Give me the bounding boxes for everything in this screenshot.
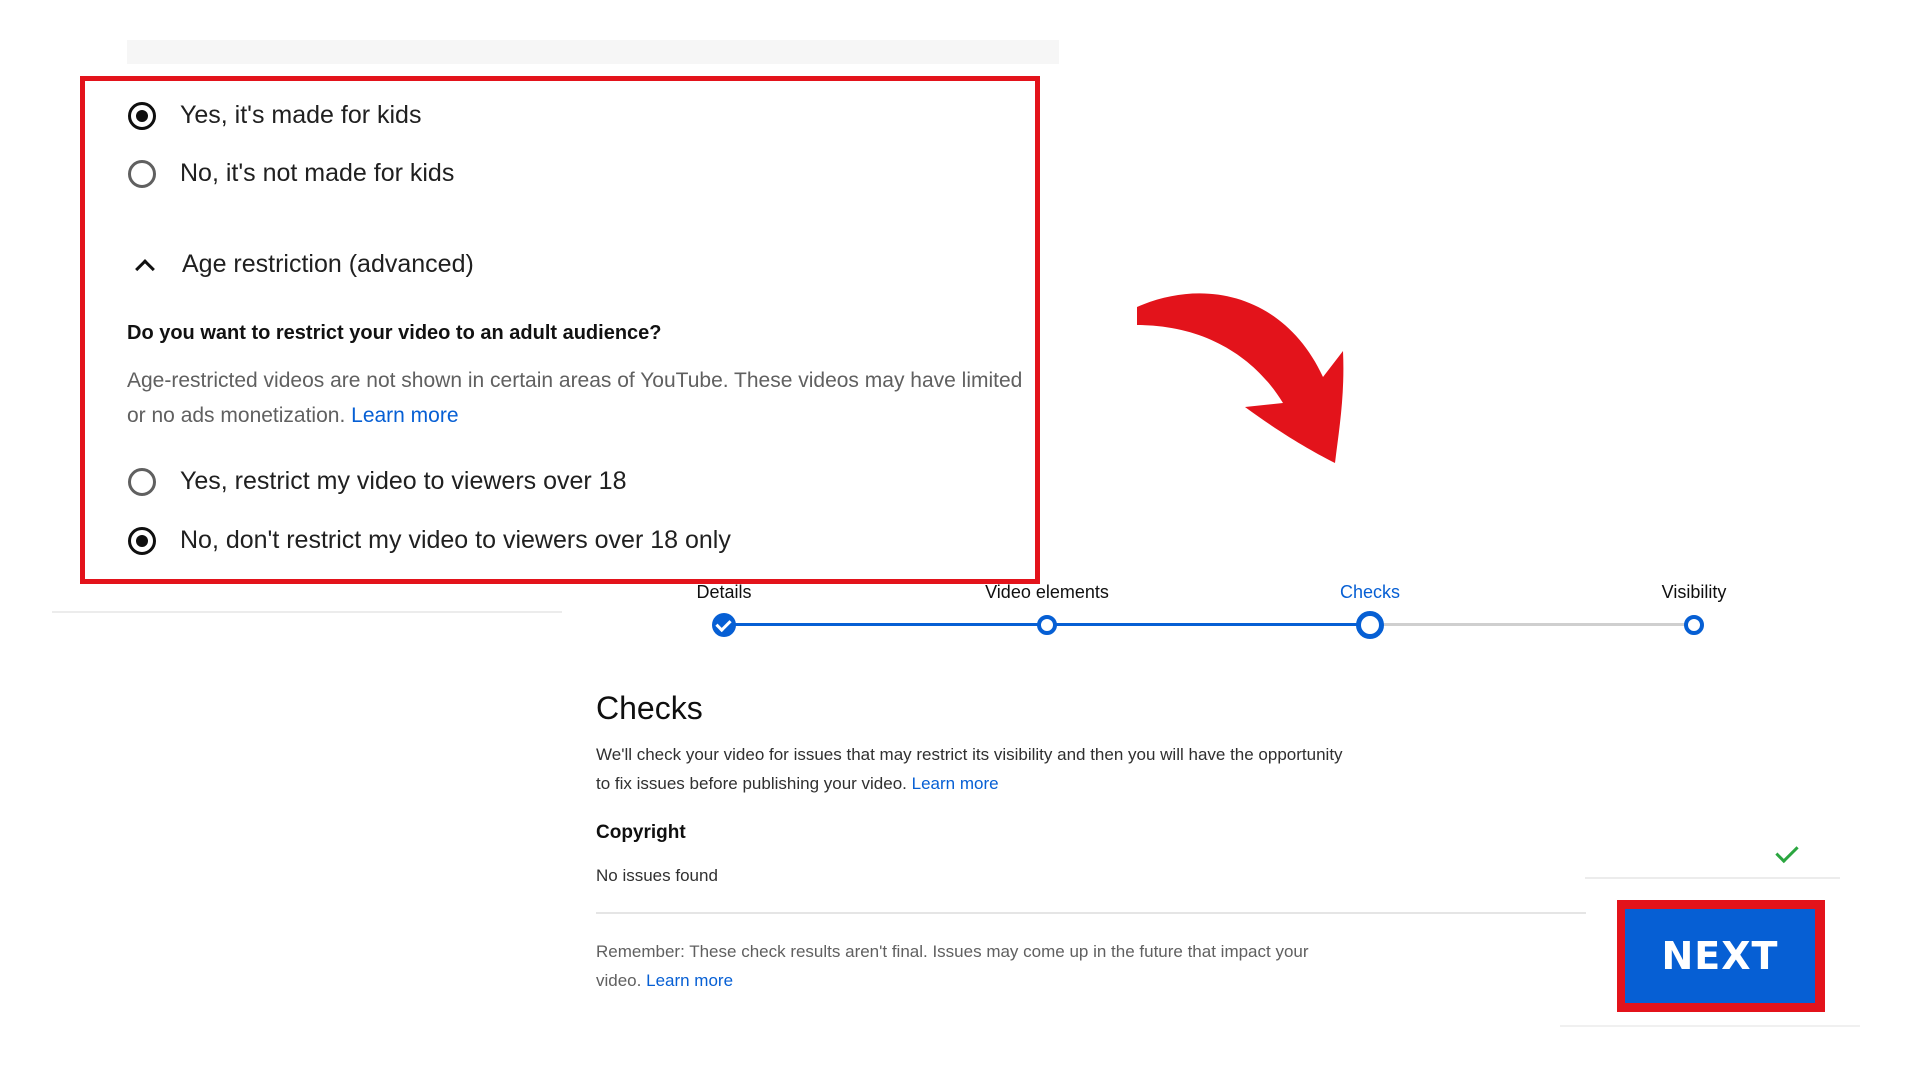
right-divider — [1585, 877, 1840, 879]
made-for-kids-yes-option[interactable]: Yes, it's made for kids — [128, 101, 421, 130]
checks-title: Checks — [596, 690, 703, 726]
upload-stepper: Details Video elements Checks Visibility — [560, 570, 1760, 650]
age-restriction-question: Do you want to restrict your video to an… — [127, 322, 662, 344]
curved-arrow-icon — [1137, 293, 1344, 463]
age-restriction-label: Age restriction (advanced) — [182, 250, 474, 278]
made-for-kids-yes-label: Yes, it's made for kids — [180, 101, 422, 129]
copyright-status: No issues found — [596, 866, 718, 885]
radio-selected-icon[interactable] — [128, 526, 156, 555]
restrict-no-option[interactable]: No, don't restrict my video to viewers o… — [128, 526, 731, 555]
restrict-yes-label: Yes, restrict my video to viewers over 1… — [180, 467, 627, 495]
step-visibility-node[interactable] — [1684, 615, 1704, 635]
age-restriction-toggle[interactable]: Age restriction (advanced) — [132, 250, 474, 279]
step-checks-node[interactable] — [1356, 611, 1384, 639]
step-video-elements-node[interactable] — [1037, 615, 1057, 635]
checks-divider — [596, 912, 1586, 914]
checks-description: We'll check your video for issues that m… — [596, 740, 1356, 798]
remember-note: Remember: These check results aren't fin… — [596, 937, 1356, 995]
step-visibility-label[interactable]: Visibility — [1662, 582, 1727, 603]
step-details-check-icon[interactable] — [712, 613, 736, 637]
bottom-divider — [1560, 1025, 1860, 1027]
age-restriction-description: Age-restricted videos are not shown in c… — [127, 363, 1027, 433]
radio-unselected-icon[interactable] — [128, 159, 156, 188]
radio-unselected-icon[interactable] — [128, 467, 156, 496]
check-success-icon — [1772, 840, 1800, 868]
stepper-track-pending — [1370, 623, 1694, 626]
next-button[interactable]: NEXT — [1625, 909, 1815, 1003]
remember-learn-more-link[interactable]: Learn more — [646, 971, 733, 990]
restrict-yes-option[interactable]: Yes, restrict my video to viewers over 1… — [128, 467, 626, 496]
step-video-elements-label[interactable]: Video elements — [985, 582, 1109, 603]
radio-selected-icon[interactable] — [128, 101, 156, 130]
copyright-title: Copyright — [596, 822, 686, 843]
step-details-label[interactable]: Details — [696, 582, 751, 603]
age-restriction-learn-more-link[interactable]: Learn more — [351, 404, 458, 427]
step-checks-label[interactable]: Checks — [1340, 582, 1400, 603]
restrict-no-label: No, don't restrict my video to viewers o… — [180, 526, 731, 554]
made-for-kids-no-label: No, it's not made for kids — [180, 159, 455, 187]
chevron-up-icon[interactable] — [132, 253, 156, 277]
made-for-kids-no-option[interactable]: No, it's not made for kids — [128, 159, 454, 188]
checks-learn-more-link[interactable]: Learn more — [912, 774, 999, 793]
panel-divider — [52, 611, 562, 613]
age-restriction-description-text: Age-restricted videos are not shown in c… — [127, 369, 1023, 427]
top-strip — [127, 40, 1059, 64]
